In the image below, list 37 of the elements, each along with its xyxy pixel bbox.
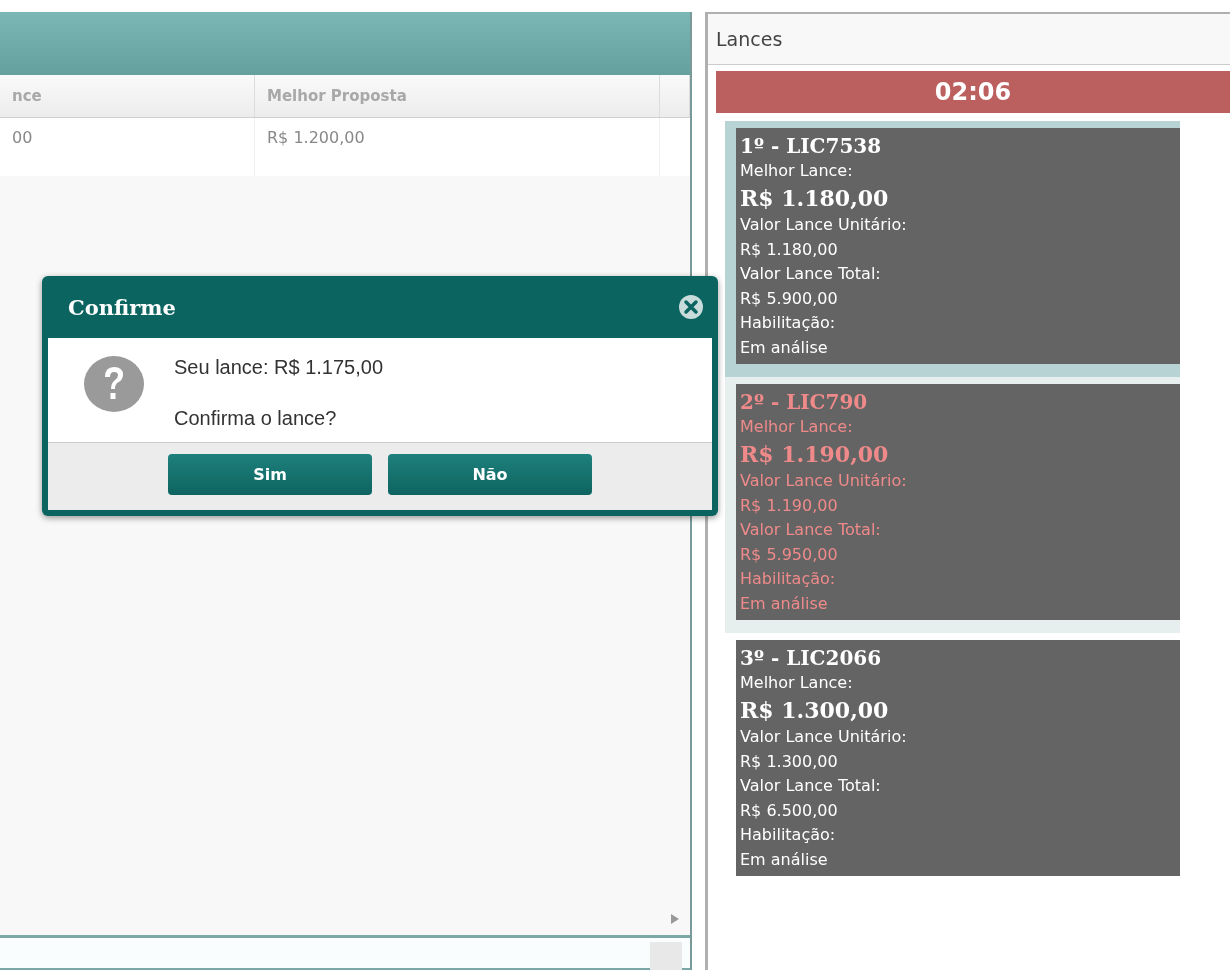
bid-label: Melhor Lance:: [740, 415, 853, 438]
dialog-button[interactable]: Sim: [168, 454, 372, 495]
bid-status: Em análise: [740, 592, 828, 615]
bid-label: Valor Lance Total:: [740, 263, 881, 285]
dialog-message: Seu lance: R$ 1.175,00: [174, 356, 384, 379]
bid-label: Valor Lance Total:: [740, 775, 881, 797]
bid-value: R$ 5.950,00: [740, 543, 838, 566]
dialog-title: Confirme: [68, 294, 176, 320]
bid-label: Habilitação:: [740, 824, 836, 846]
bid-label: Melhor Lance:: [740, 159, 853, 182]
close-icon[interactable]: [678, 294, 704, 320]
bid-value: R$ 1.190,00: [740, 494, 838, 517]
bid-best-value: R$ 1.180,00: [740, 184, 889, 213]
bid-value: R$ 6.500,00: [740, 799, 838, 822]
bid-status: Em análise: [740, 848, 828, 871]
bid-best-value: R$ 1.300,00: [740, 696, 889, 725]
bid-label: Habilitação:: [740, 568, 836, 590]
bid-best-value: R$ 1.190,00: [740, 440, 889, 469]
dialog-message: Confirma o lance?: [174, 407, 338, 430]
countdown-timer: 02:06: [716, 71, 1230, 113]
bid-rank: 3º - LIC2066: [740, 646, 882, 671]
question-icon: [84, 356, 144, 412]
scroll-right-icon[interactable]: [670, 913, 680, 925]
bid-value: R$ 1.180,00: [740, 238, 838, 261]
bid-value: R$ 5.900,00: [740, 287, 838, 310]
bid-status: Em análise: [740, 336, 828, 359]
bid-label: Valor Lance Unitário:: [740, 726, 907, 748]
dialog-button[interactable]: Não: [388, 454, 592, 495]
bid-label: Valor Lance Unitário:: [740, 214, 907, 236]
bid-rank: 1º - LIC7538: [740, 134, 882, 159]
bid-rank: 2º - LIC790: [740, 390, 868, 415]
bid-value: R$ 1.300,00: [740, 750, 838, 773]
bid-label: Habilitação:: [740, 312, 836, 334]
bid-label: Valor Lance Unitário:: [740, 470, 907, 492]
bid-label: Valor Lance Total:: [740, 519, 881, 541]
bid-label: Melhor Lance:: [740, 671, 853, 694]
panel-title: Lances: [708, 14, 1230, 65]
